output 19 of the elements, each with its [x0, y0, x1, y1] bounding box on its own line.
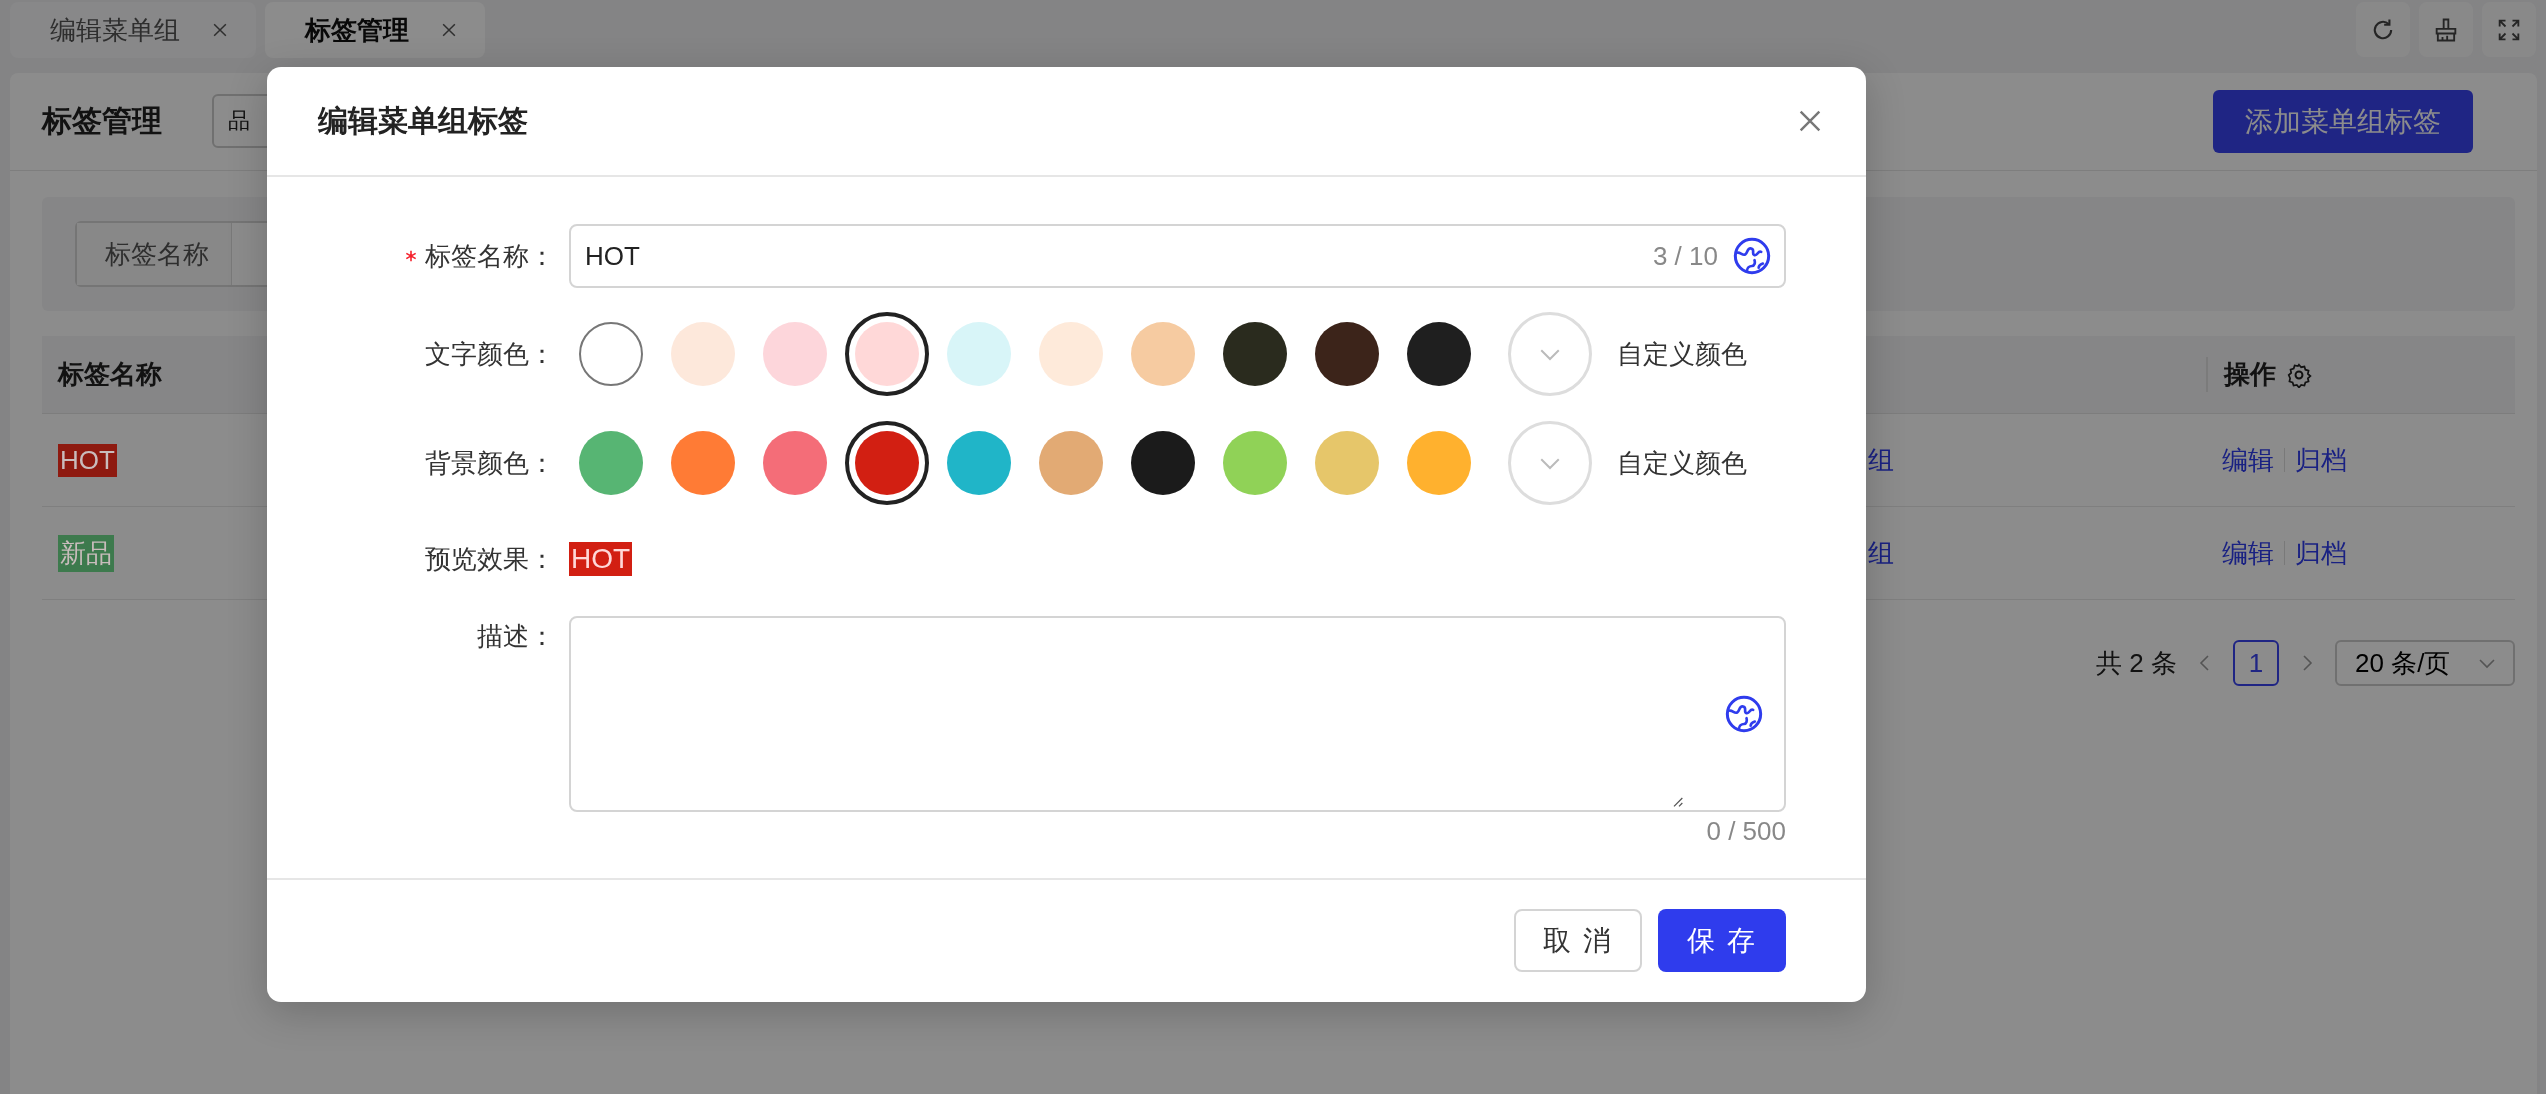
- field-label: 背景颜色：: [425, 446, 555, 480]
- tag-label: HOT: [58, 443, 117, 477]
- field-label: 文字颜色：: [425, 337, 555, 371]
- field-label: 标签名称: [77, 223, 232, 285]
- tag-preview: HOT: [569, 542, 633, 576]
- custom-color-label: 自定义颜色: [1617, 337, 1747, 371]
- table-cell-text: 组: [1868, 536, 1894, 570]
- field-label: 描述：: [477, 619, 555, 653]
- dialog-title: 编辑菜单组标签: [318, 102, 528, 139]
- custom-color-label: 自定义颜色: [1617, 446, 1747, 480]
- table-cell-text: 组: [1868, 443, 1894, 477]
- total-count: 共 2 条: [2096, 646, 2177, 680]
- character-count: 3 / 10: [1652, 240, 1718, 272]
- field-label: 预览效果：: [425, 542, 555, 576]
- column-header: 标签名称: [58, 358, 162, 391]
- tag-label: 新品: [58, 534, 114, 572]
- character-count: 0 / 500: [1706, 816, 1786, 847]
- column-header: 操作: [2224, 358, 2276, 391]
- page-title: 标签管理: [42, 103, 162, 139]
